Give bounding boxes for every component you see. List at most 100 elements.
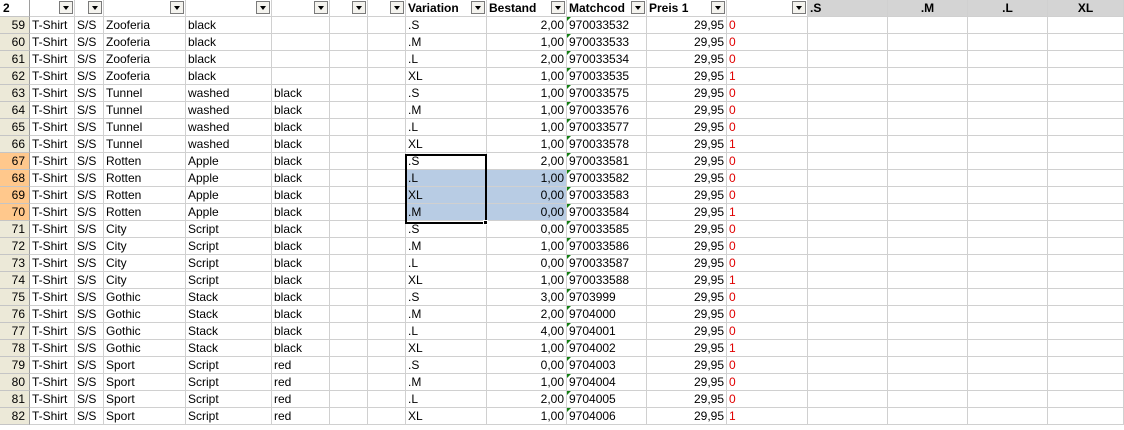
cell-design[interactable]: City: [104, 255, 186, 272]
cell-empty[interactable]: [808, 357, 888, 374]
cell-empty[interactable]: [1048, 238, 1124, 255]
cell-empty[interactable]: [368, 68, 406, 85]
cell-type[interactable]: T-Shirt: [30, 408, 75, 425]
filter-dropdown-icon[interactable]: [551, 1, 565, 14]
cell-detail[interactable]: Stack: [186, 323, 272, 340]
cell-empty[interactable]: [368, 153, 406, 170]
cell-empty[interactable]: [368, 170, 406, 187]
cell-variation[interactable]: XL: [406, 408, 487, 425]
cell-bestand[interactable]: 1,00: [487, 238, 567, 255]
cell-detail[interactable]: Apple: [186, 170, 272, 187]
cell-preis[interactable]: 29,95: [647, 17, 727, 34]
row-number[interactable]: 74: [0, 272, 30, 289]
row-number[interactable]: 79: [0, 357, 30, 374]
cell-empty[interactable]: [330, 68, 368, 85]
cell-color[interactable]: black: [272, 102, 330, 119]
cell-matchcode[interactable]: 9704004: [567, 374, 647, 391]
row-number[interactable]: 69: [0, 187, 30, 204]
row-number[interactable]: 66: [0, 136, 30, 153]
cell-empty[interactable]: [808, 17, 888, 34]
cell-flag[interactable]: 0: [727, 289, 808, 306]
cell-type[interactable]: T-Shirt: [30, 306, 75, 323]
cell-empty[interactable]: [808, 391, 888, 408]
cell-empty[interactable]: [368, 391, 406, 408]
cell-empty[interactable]: [1048, 374, 1124, 391]
cell-variation[interactable]: .M: [406, 102, 487, 119]
cell-variation[interactable]: .S: [406, 221, 487, 238]
cell-empty[interactable]: [968, 170, 1048, 187]
cell-empty[interactable]: [968, 102, 1048, 119]
cell-empty[interactable]: [808, 34, 888, 51]
cell-design[interactable]: Zooferia: [104, 34, 186, 51]
cell-preis[interactable]: 29,95: [647, 85, 727, 102]
cell-variation[interactable]: XL: [406, 340, 487, 357]
cell-type[interactable]: T-Shirt: [30, 102, 75, 119]
cell-color[interactable]: [272, 34, 330, 51]
cell-empty[interactable]: [330, 153, 368, 170]
cell-preis[interactable]: 29,95: [647, 187, 727, 204]
cell-empty[interactable]: [368, 51, 406, 68]
cell-preis[interactable]: 29,95: [647, 289, 727, 306]
cell-design[interactable]: Rotten: [104, 187, 186, 204]
cell-type[interactable]: T-Shirt: [30, 85, 75, 102]
cell-bestand[interactable]: 2,00: [487, 153, 567, 170]
cell-preis[interactable]: 29,95: [647, 323, 727, 340]
cell-empty[interactable]: [968, 408, 1048, 425]
cell-flag[interactable]: 0: [727, 51, 808, 68]
cell-empty[interactable]: [888, 119, 968, 136]
cell-design[interactable]: Zooferia: [104, 17, 186, 34]
cell-empty[interactable]: [1048, 153, 1124, 170]
cell-empty[interactable]: [330, 238, 368, 255]
cell-color[interactable]: black: [272, 255, 330, 272]
cell-empty[interactable]: [968, 323, 1048, 340]
cell-empty[interactable]: [968, 68, 1048, 85]
filter-dropdown-icon[interactable]: [471, 1, 485, 14]
cell-matchcode[interactable]: 9704001: [567, 323, 647, 340]
cell-type[interactable]: T-Shirt: [30, 238, 75, 255]
cell-matchcode[interactable]: 970033578: [567, 136, 647, 153]
row-number[interactable]: 78: [0, 340, 30, 357]
row-number[interactable]: 73: [0, 255, 30, 272]
row-number[interactable]: 76: [0, 306, 30, 323]
cell-design[interactable]: Rotten: [104, 170, 186, 187]
cell-empty[interactable]: [330, 357, 368, 374]
cell-bestand[interactable]: 1,00: [487, 102, 567, 119]
cell-empty[interactable]: [330, 136, 368, 153]
cell-empty[interactable]: [968, 136, 1048, 153]
cell-sleeve[interactable]: S/S: [75, 255, 104, 272]
cell-empty[interactable]: [888, 357, 968, 374]
cell-flag[interactable]: 0: [727, 153, 808, 170]
cell-design[interactable]: Zooferia: [104, 51, 186, 68]
cell-type[interactable]: T-Shirt: [30, 170, 75, 187]
row-number[interactable]: 64: [0, 102, 30, 119]
cell-empty[interactable]: [808, 238, 888, 255]
cell-design[interactable]: Sport: [104, 408, 186, 425]
cell-preis[interactable]: 29,95: [647, 408, 727, 425]
cell-empty[interactable]: [968, 374, 1048, 391]
cell-empty[interactable]: [1048, 306, 1124, 323]
cell-empty[interactable]: [368, 221, 406, 238]
cell-sleeve[interactable]: S/S: [75, 68, 104, 85]
cell-empty[interactable]: [1048, 221, 1124, 238]
cell-preis[interactable]: 29,95: [647, 272, 727, 289]
cell-empty[interactable]: [888, 340, 968, 357]
cell-empty[interactable]: [808, 51, 888, 68]
cell-color[interactable]: red: [272, 374, 330, 391]
cell-color[interactable]: black: [272, 119, 330, 136]
cell-empty[interactable]: [888, 68, 968, 85]
cell-preis[interactable]: 29,95: [647, 51, 727, 68]
cell-detail[interactable]: black: [186, 51, 272, 68]
cell-bestand[interactable]: 1,00: [487, 68, 567, 85]
cell-color[interactable]: [272, 51, 330, 68]
cell-bestand[interactable]: 0,00: [487, 187, 567, 204]
cell-sleeve[interactable]: S/S: [75, 306, 104, 323]
cell-bestand[interactable]: 4,00: [487, 323, 567, 340]
row-number[interactable]: 71: [0, 221, 30, 238]
row-number[interactable]: 65: [0, 119, 30, 136]
filter-dropdown-icon[interactable]: [314, 1, 328, 14]
cell-bestand[interactable]: 3,00: [487, 289, 567, 306]
cell-bestand[interactable]: 1,00: [487, 272, 567, 289]
row-number[interactable]: 82: [0, 408, 30, 425]
cell-type[interactable]: T-Shirt: [30, 289, 75, 306]
cell-design[interactable]: Gothic: [104, 289, 186, 306]
